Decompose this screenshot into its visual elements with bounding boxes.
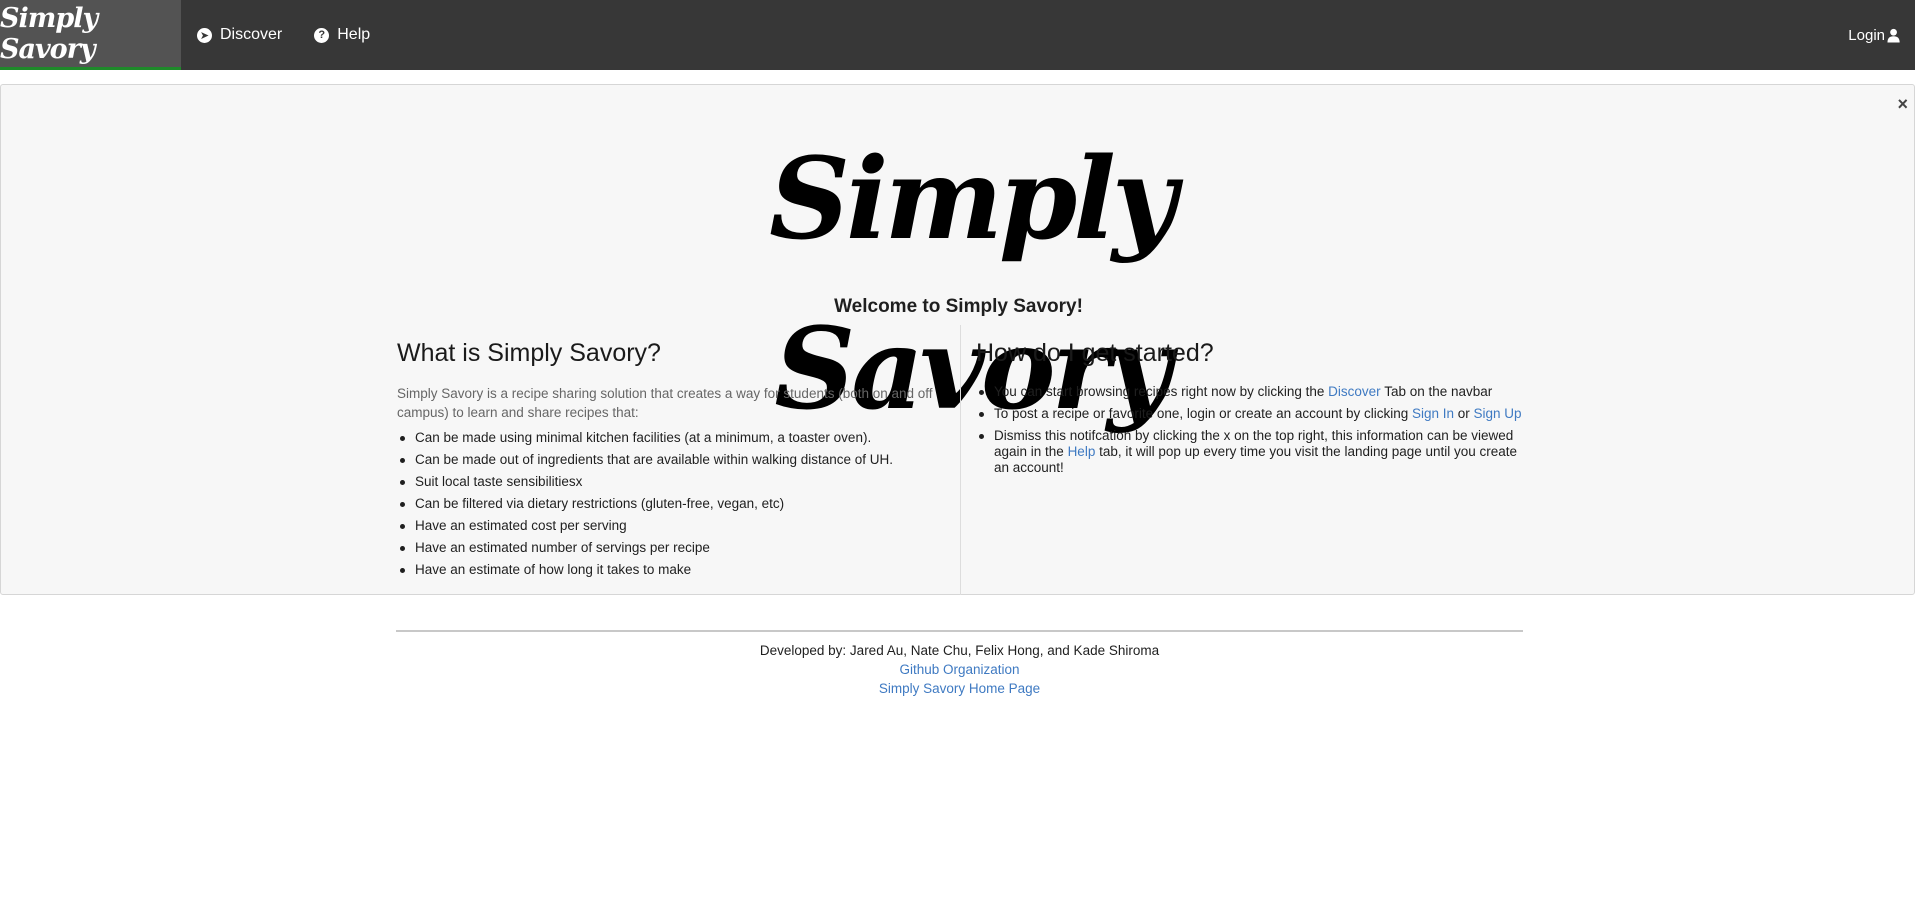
feature-list: Can be made using minimal kitchen facili…: [397, 430, 960, 578]
welcome-notification: × Simply Savory Welcome to Simply Savory…: [0, 84, 1915, 595]
developers-text: Developed by: Jared Au, Nate Chu, Felix …: [759, 643, 1160, 658]
welcome-heading: Welcome to Simply Savory!: [834, 296, 1083, 317]
list-item: To post a recipe or favorite one, login …: [976, 406, 1525, 422]
list-item: Can be filtered via dietary restrictions…: [397, 496, 960, 512]
about-column: What is Simply Savory? Simply Savory is …: [397, 325, 960, 595]
hero-logo: Simply Savory: [769, 134, 1177, 435]
brand-logo[interactable]: Simply Savory: [0, 0, 181, 70]
about-heading: What is Simply Savory?: [397, 339, 661, 367]
question-circle-icon: ?: [314, 27, 330, 43]
top-navbar: Simply Savory ➤ Discover ? Help Login: [0, 0, 1915, 70]
getting-started-list: You can start browsing recipes right now…: [976, 384, 1525, 476]
footer: Developed by: Jared Au, Nate Chu, Felix …: [396, 630, 1523, 698]
list-item: Suit local taste sensibilitiesx: [397, 474, 960, 490]
nav-item-discover[interactable]: ➤ Discover: [181, 0, 298, 70]
home-page-link[interactable]: Simply Savory Home Page: [879, 681, 1040, 696]
close-icon[interactable]: ×: [1897, 95, 1908, 113]
list-item: Have an estimated cost per serving: [397, 518, 960, 534]
text-span: or: [1454, 406, 1474, 421]
nav-item-label: Discover: [220, 26, 283, 43]
text-span: Tab on the navbar: [1380, 384, 1493, 399]
compass-icon: ➤: [197, 27, 212, 43]
list-item: You can start browsing recipes right now…: [976, 384, 1525, 400]
about-intro: Simply Savory is a recipe sharing soluti…: [397, 386, 933, 420]
text-span: You can start browsing recipes right now…: [994, 384, 1329, 399]
list-item: Have an estimated number of servings per…: [397, 540, 960, 556]
nav-item-help[interactable]: ? Help: [298, 0, 386, 70]
nav-item-label: Help: [337, 26, 371, 43]
login-button[interactable]: Login: [1848, 0, 1915, 70]
sign-up-link[interactable]: Sign Up: [1474, 406, 1522, 421]
getting-started-heading: How do I get started?: [976, 339, 1214, 367]
login-label: Login: [1848, 26, 1885, 44]
discover-link[interactable]: Discover: [1328, 384, 1381, 399]
help-link[interactable]: Help: [1068, 444, 1096, 459]
list-item: Have an estimate of how long it takes to…: [397, 562, 960, 578]
getting-started-column: How do I get started? You can start brow…: [960, 325, 1525, 595]
list-item: Can be made out of ingredients that are …: [397, 452, 960, 468]
sign-in-link[interactable]: Sign In: [1412, 406, 1454, 421]
user-icon: [1887, 28, 1900, 43]
github-link[interactable]: Github Organization: [899, 662, 1019, 677]
list-item: Can be made using minimal kitchen facili…: [397, 430, 960, 446]
text-span: To post a recipe or favorite one, login …: [994, 406, 1412, 421]
list-item: Dismiss this notifcation by clicking the…: [976, 428, 1525, 476]
